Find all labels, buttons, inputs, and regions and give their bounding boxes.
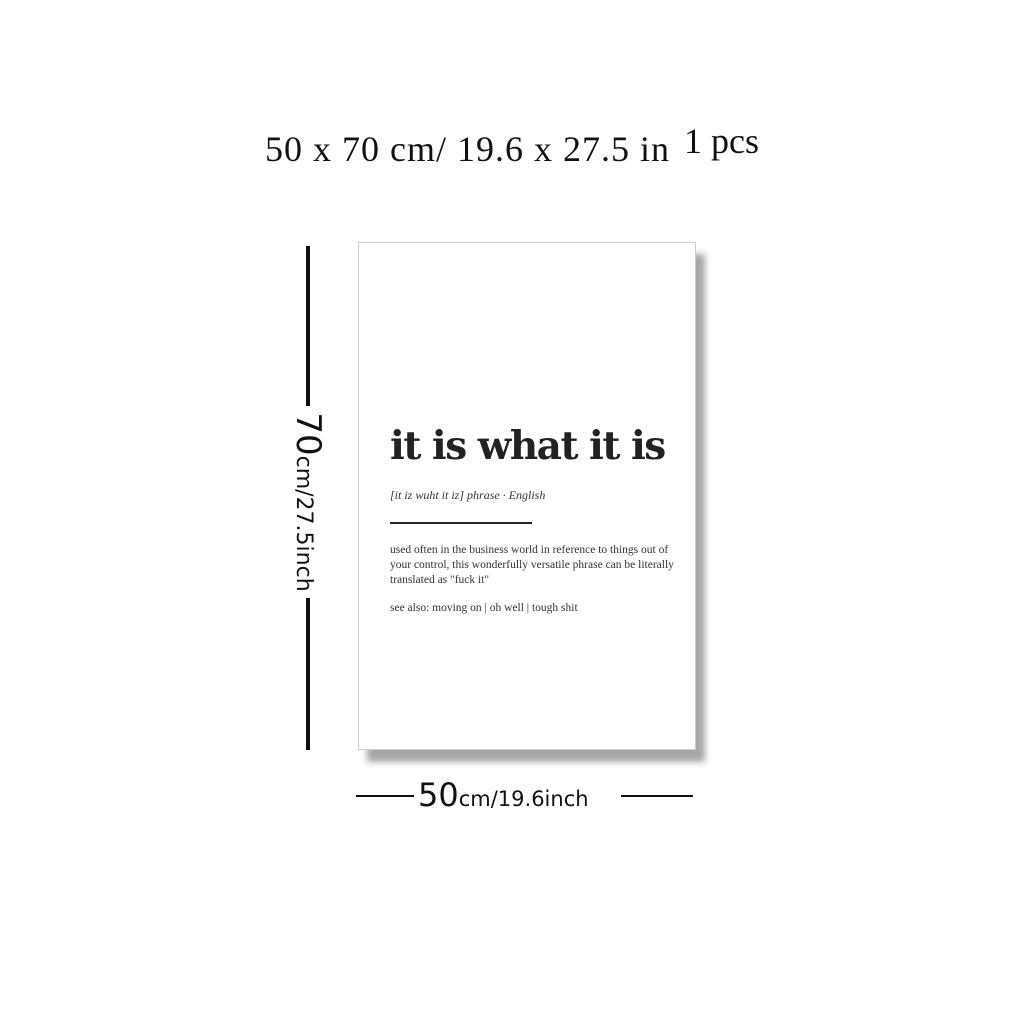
size-header: 50 x 70 cm/ 19.6 x 27.5 in 1 pcs (0, 121, 1024, 170)
piece-count: 1 pcs (683, 121, 759, 161)
width-dimension-line-right (621, 795, 693, 797)
poster-title: it is what it is (390, 423, 666, 469)
poster-phonetic: [it iz wuht it iz] phrase · English (390, 488, 546, 502)
width-unit: cm/19.6inch (458, 787, 589, 811)
height-dimension-label: 70cm/27.5inch (288, 412, 328, 591)
height-dimension-line-top (306, 246, 310, 406)
width-dimension-line-left (356, 795, 414, 797)
height-number: 70 (288, 412, 328, 456)
width-number: 50 (418, 776, 459, 814)
height-dimension-line-bottom (306, 598, 310, 750)
height-unit: cm/27.5inch (291, 455, 316, 592)
product-image: 50 x 70 cm/ 19.6 x 27.5 in 1 pcs 70cm/27.… (0, 0, 1024, 1024)
size-text: 50 x 70 cm/ 19.6 x 27.5 in (265, 129, 670, 169)
width-dimension-label: 50cm/19.6inch (418, 776, 589, 814)
poster-divider (390, 522, 532, 524)
poster-definition: used often in the business world in refe… (390, 544, 674, 586)
poster: it is what it is [it iz wuht it iz] phra… (358, 242, 696, 750)
poster-see-also: see also: moving on | oh well | tough sh… (390, 602, 578, 614)
